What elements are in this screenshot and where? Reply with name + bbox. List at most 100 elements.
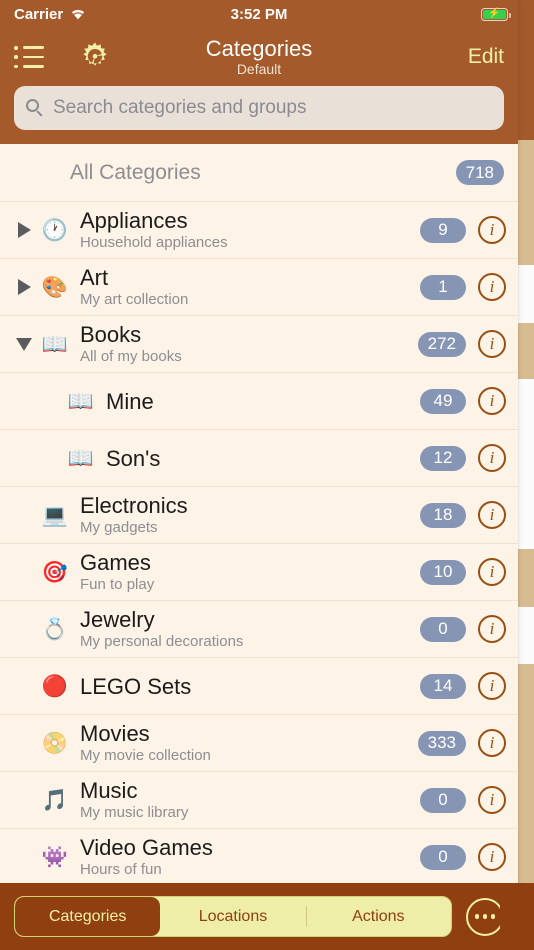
dart-icon: 🎯 (41, 560, 69, 584)
row-title: Games (80, 550, 151, 575)
tab-actions[interactable]: Actions (305, 897, 451, 936)
more-ellipsis-icon[interactable] (466, 897, 504, 936)
row-title: LEGO Sets (80, 673, 192, 699)
open-book-icon: 📖 (67, 446, 95, 470)
info-icon[interactable]: i (478, 387, 506, 415)
info-icon[interactable]: i (478, 216, 506, 244)
open-book-icon: 📖 (41, 332, 69, 356)
row-title: Art (80, 265, 109, 290)
chevron-right-icon[interactable] (10, 222, 38, 238)
row-texts: Books All of my books (72, 322, 418, 366)
table-row[interactable]: 🎨 Art My art collection 1 i (0, 258, 518, 315)
info-icon[interactable]: i (478, 615, 506, 643)
status-bar-left: Carrier (14, 6, 87, 23)
status-bar: Carrier 3:52 PM ⚡ (0, 0, 518, 28)
row-texts: Games Fun to play (72, 550, 420, 594)
bulleted-list-icon[interactable] (14, 46, 44, 68)
row-texts: Jewelry My personal decorations (72, 607, 420, 651)
row-texts: Art My art collection (72, 265, 420, 309)
palette-icon: 🎨 (41, 275, 69, 299)
status-badge: 18 (420, 502, 466, 528)
table-row[interactable]: 🎵 Music My music library 0 i (0, 771, 518, 828)
row-texts: Video Games Hours of fun (72, 835, 420, 879)
info-icon[interactable]: i (478, 501, 506, 529)
status-badge: 12 (420, 445, 466, 471)
info-icon[interactable]: i (478, 786, 506, 814)
battery-charging-icon: ⚡ (481, 7, 511, 21)
row-texts: Son's (98, 446, 420, 471)
row-title: Jewelry (80, 607, 155, 632)
list-item-all-categories[interactable]: All Categories 718 (0, 144, 518, 201)
chevron-down-icon[interactable] (10, 337, 38, 351)
status-badge: 0 (420, 844, 466, 870)
row-subtitle: Household appliances (80, 234, 228, 251)
category-list[interactable]: All Categories 718 🕐 Appliances Household … (0, 144, 518, 881)
row-title: Electronics (80, 493, 188, 518)
peek-bottom-cover (500, 883, 534, 950)
row-subtitle: Fun to play (80, 576, 155, 593)
chevron-right-icon[interactable] (10, 279, 38, 295)
tab-categories[interactable]: Categories (15, 897, 161, 936)
row-texts: Electronics My gadgets (72, 493, 420, 537)
row-subtitle: My personal decorations (80, 633, 244, 650)
search-icon (26, 99, 44, 117)
table-row[interactable]: 📖 Son's 12 i (0, 429, 518, 486)
all-categories-label: All Categories (70, 160, 201, 184)
status-badge: 49 (420, 388, 466, 414)
table-row[interactable]: 👾 Video Games Hours of fun 0 i (0, 828, 518, 881)
tab-label: Categories (48, 907, 127, 925)
row-title: Music (80, 778, 138, 803)
open-book-icon: 📖 (67, 389, 95, 413)
row-title: Movies (80, 721, 150, 746)
row-texts: Movies My movie collection (72, 721, 418, 765)
carrier-label: Carrier (14, 5, 64, 23)
table-row[interactable]: 📀 Movies My movie collection 333 i (0, 714, 518, 771)
info-icon[interactable]: i (478, 672, 506, 700)
clock-icon: 🕐 (41, 218, 69, 242)
row-subtitle: Hours of fun (80, 861, 162, 878)
tab-label: Actions (352, 907, 405, 925)
table-row[interactable]: 🎯 Games Fun to play 10 i (0, 543, 518, 600)
status-bar-right: ⚡ (481, 7, 511, 21)
alien-monster-icon: 👾 (41, 845, 69, 869)
table-row[interactable]: 💍 Jewelry My personal decorations 0 i (0, 600, 518, 657)
edit-button[interactable]: Edit (468, 45, 504, 69)
search-placeholder: Search categories and groups (53, 97, 307, 118)
status-badge: 272 (417, 331, 466, 357)
dvd-icon: 📀 (41, 731, 69, 755)
table-row[interactable]: 🕐 Appliances Household appliances 9 i (0, 201, 518, 258)
info-icon[interactable]: i (478, 273, 506, 301)
row-title: Son's (106, 445, 161, 471)
gear-icon[interactable] (78, 40, 112, 74)
row-subtitle: My music library (80, 804, 189, 821)
table-row[interactable]: 💻 Electronics My gadgets 18 i (0, 486, 518, 543)
segmented-control[interactable]: Categories Locations Actions (14, 896, 452, 937)
status-badge: 0 (420, 787, 466, 813)
row-title: Appliances (80, 208, 188, 233)
nav-bar: Categories Default Edit (0, 28, 518, 86)
info-icon[interactable]: i (478, 444, 506, 472)
search-input[interactable]: Search categories and groups (14, 86, 504, 130)
tab-locations[interactable]: Locations (160, 897, 305, 936)
row-title: Video Games (80, 835, 213, 860)
wifi-icon (72, 10, 85, 20)
row-subtitle: My gadgets (80, 519, 158, 536)
row-texts: Music My music library (72, 778, 420, 822)
status-badge: 10 (420, 559, 466, 585)
table-row[interactable]: 📖 Books All of my books 272 i (0, 315, 518, 372)
row-texts: LEGO Sets (72, 674, 420, 699)
search-bar-container: Search categories and groups (0, 86, 518, 144)
status-badge: 718 (455, 160, 504, 185)
info-icon[interactable]: i (478, 843, 506, 871)
row-title: Books (80, 322, 142, 347)
main-view: Carrier 3:52 PM ⚡ Categories Default Edi… (0, 0, 518, 950)
table-row[interactable]: 📖 Mine 49 i (0, 372, 518, 429)
tab-label: Locations (198, 907, 268, 925)
row-title: Mine (106, 388, 154, 414)
info-icon[interactable]: i (478, 729, 506, 757)
info-icon[interactable]: i (478, 330, 506, 358)
row-texts: Appliances Household appliances (72, 208, 420, 252)
table-row[interactable]: 🔴 LEGO Sets 14 i (0, 657, 518, 714)
info-icon[interactable]: i (478, 558, 506, 586)
row-subtitle: My art collection (80, 291, 189, 308)
